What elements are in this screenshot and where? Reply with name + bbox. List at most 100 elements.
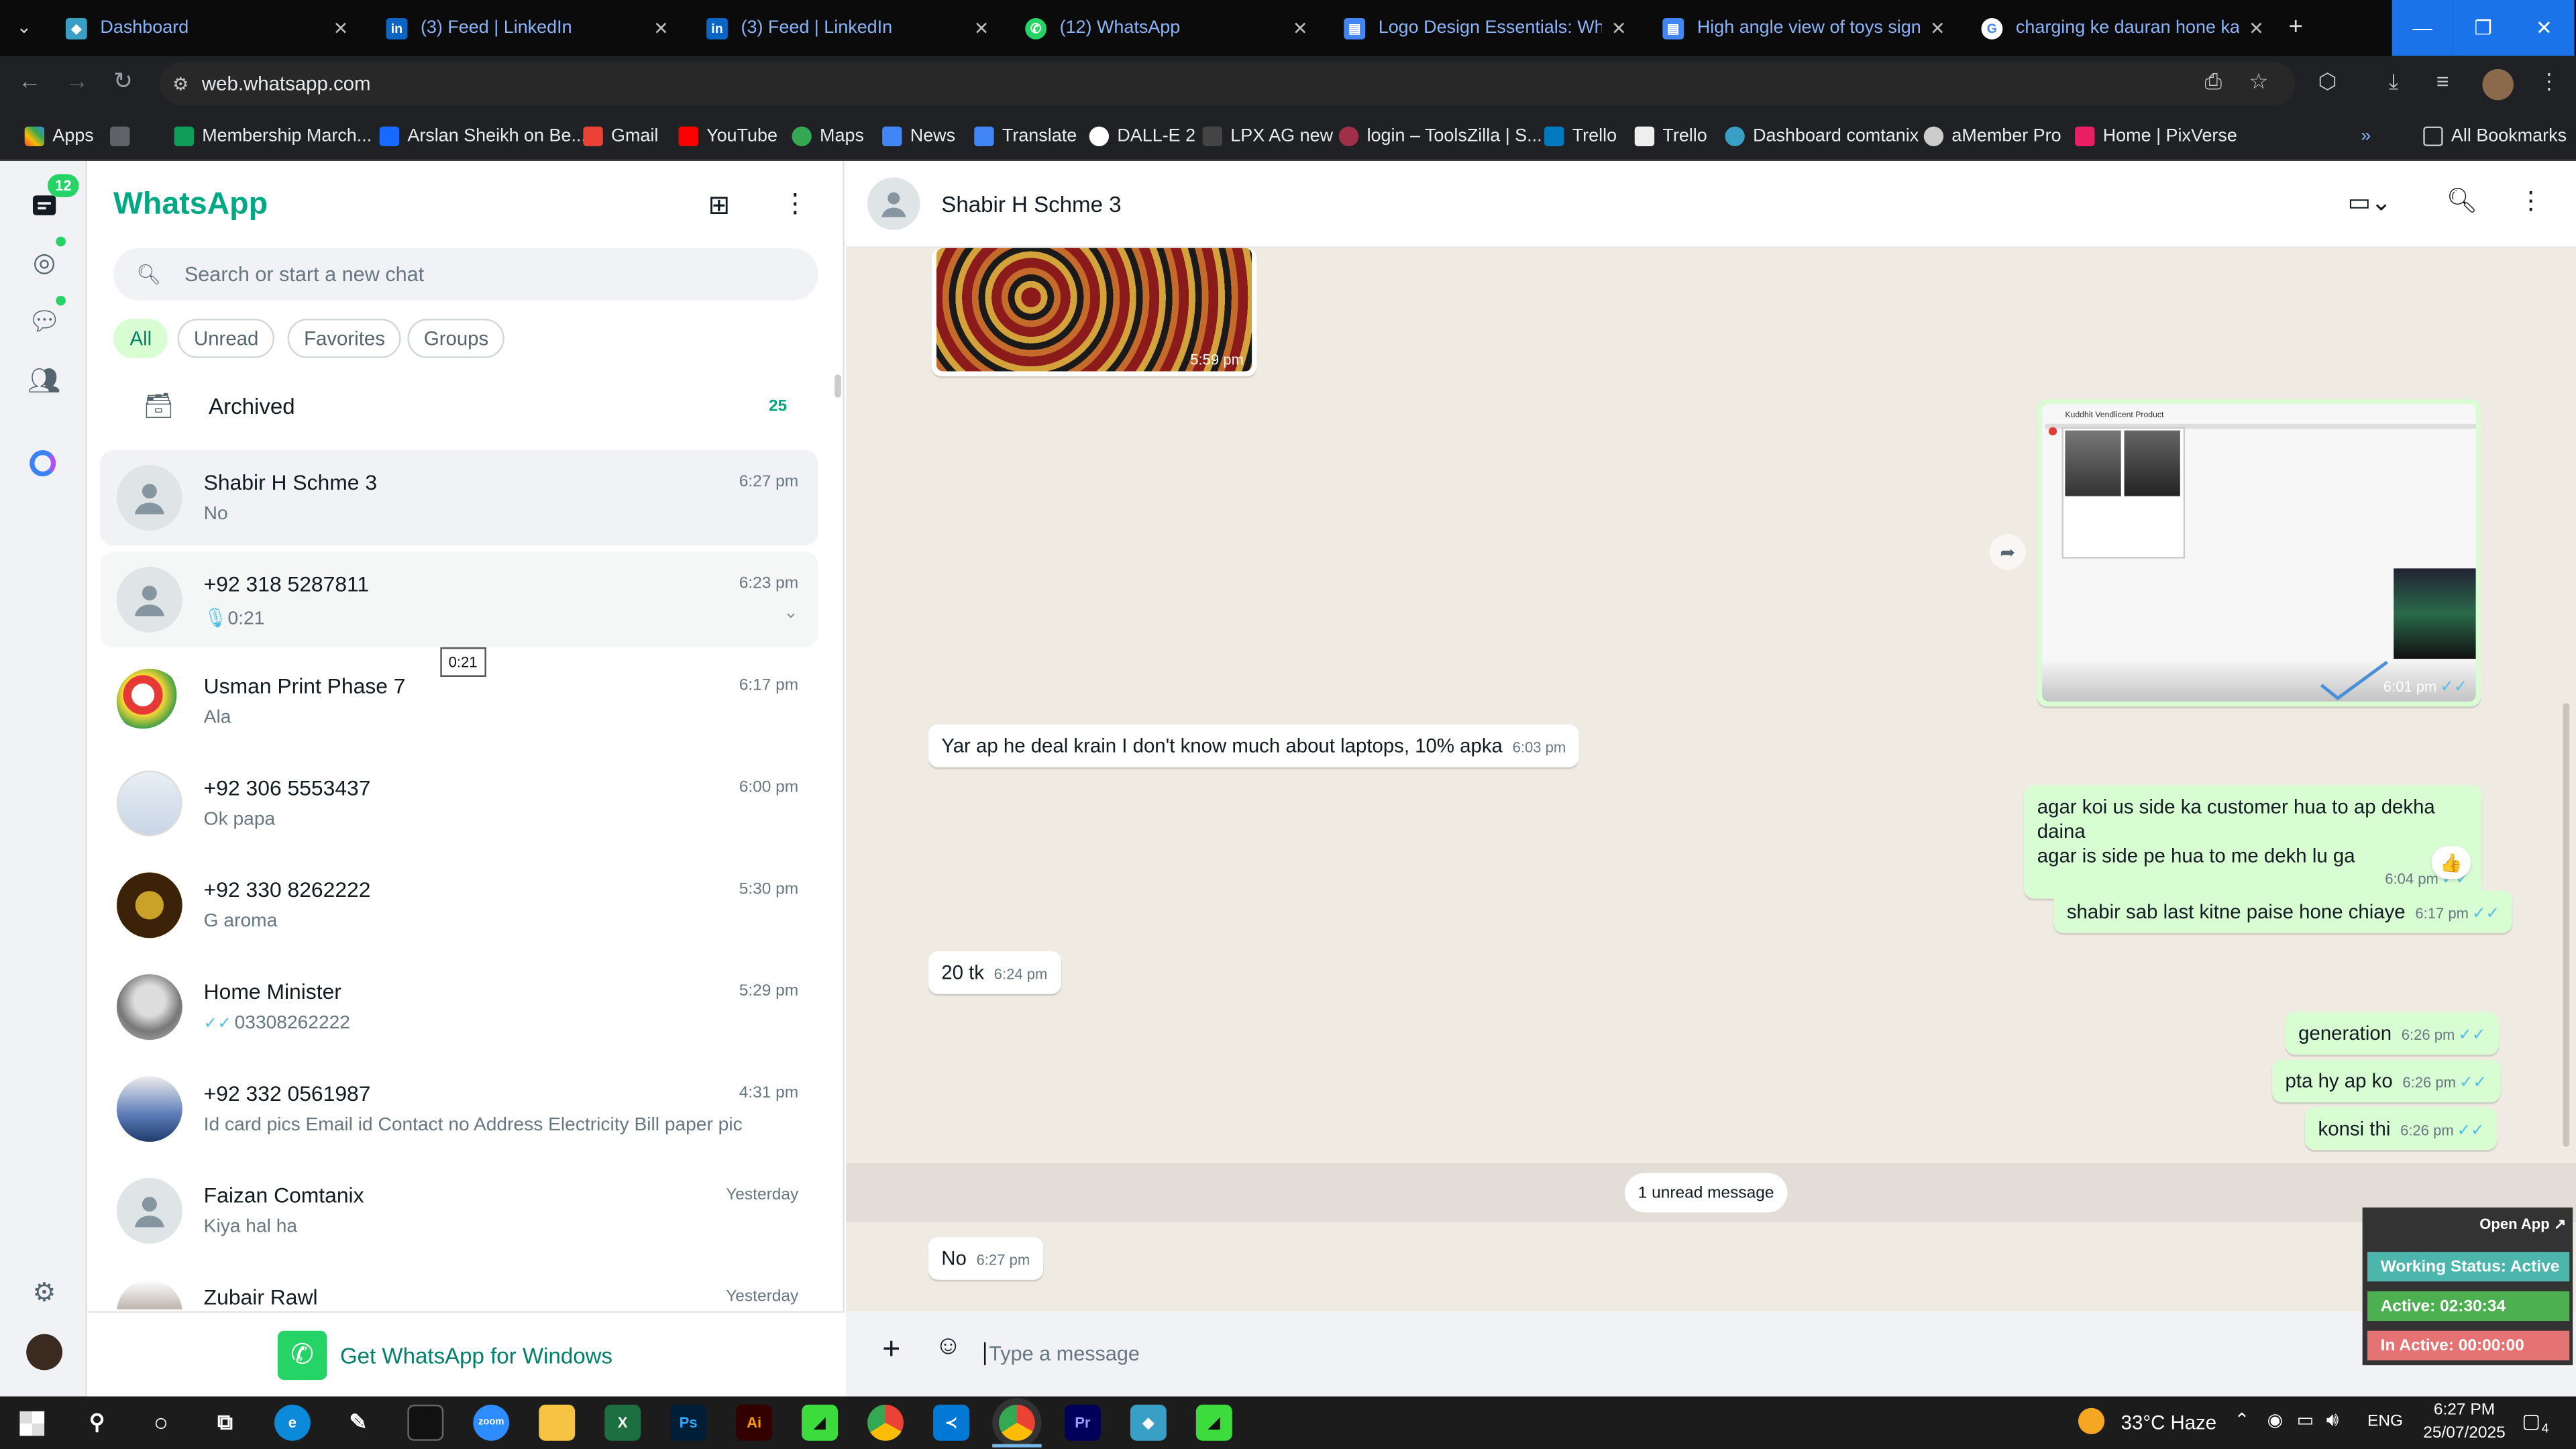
scrollbar[interactable] xyxy=(835,374,841,398)
meet-icon[interactable]: ◉ xyxy=(2267,1409,2284,1431)
reading-list-icon[interactable]: ≡ xyxy=(2436,69,2449,94)
menu-kebab-icon[interactable]: ⋮ xyxy=(782,187,808,220)
sticker-icon[interactable]: ☺ xyxy=(934,1332,961,1362)
chevron-down-icon[interactable]: ⌄ xyxy=(784,601,799,623)
all-bookmarks[interactable]: All Bookmarks xyxy=(2423,123,2567,150)
pen-icon[interactable]: ✎ xyxy=(340,1405,376,1441)
tab-logo-design[interactable]: ▤ Logo Design Essentials: What E ✕ xyxy=(1328,7,1640,50)
close-icon[interactable]: ✕ xyxy=(1930,17,1945,38)
outgoing-message[interactable]: pta hy ap ko 6:26 pm ✓✓ xyxy=(2271,1059,2500,1103)
omnibox[interactable]: ⚙ web.whatsapp.com xyxy=(159,62,2296,105)
chrome-icon[interactable] xyxy=(867,1404,904,1441)
install-app-icon[interactable]: ⎙ xyxy=(2205,69,2222,95)
chat-row[interactable]: Faizan Comtanix Kiya hal ha Yesterday xyxy=(100,1163,818,1258)
message-input[interactable]: Type a message xyxy=(977,1324,2390,1383)
camtasia-icon[interactable]: ◢ xyxy=(1195,1404,1232,1441)
zoom-icon[interactable]: zoom xyxy=(473,1404,510,1441)
bookmark-amember[interactable]: aMember Pro xyxy=(1923,123,2061,150)
meta-ai-icon[interactable] xyxy=(30,450,56,477)
chat-row[interactable]: +92 318 5287811 🎙︎0:21 6:23 pm ⌄ xyxy=(100,551,818,647)
profile-avatar[interactable] xyxy=(2482,68,2514,101)
tab-google-search[interactable]: G charging ke dauran hone ka us ✕ xyxy=(1965,7,2277,50)
clock-time[interactable]: 6:27 PM xyxy=(2425,1401,2504,1419)
bookmark-youtube[interactable]: YouTube xyxy=(678,123,777,150)
filter-favorites[interactable]: Favorites xyxy=(287,319,402,358)
excel-icon[interactable]: X xyxy=(604,1404,641,1441)
outgoing-message[interactable]: generation 6:26 pm ✓✓ xyxy=(2285,1012,2499,1055)
premiere-icon[interactable]: Pr xyxy=(1064,1404,1101,1441)
language-indicator[interactable]: ENG xyxy=(2367,1413,2403,1431)
outgoing-message[interactable]: agar koi us side ka customer hua to ap d… xyxy=(2024,785,2483,899)
incoming-image-message[interactable]: 5:59 pm xyxy=(931,248,1257,376)
clock-date[interactable]: 25/07/2025 xyxy=(2415,1424,2514,1442)
communities-icon[interactable]: 👥︎ xyxy=(26,363,62,399)
tab-dashboard[interactable]: ◆ Dashboard ✕ xyxy=(49,7,361,50)
outgoing-message[interactable]: shabir sab last kitne paise hone chiaye 6… xyxy=(2053,890,2513,934)
channels-icon[interactable]: 💬︎ xyxy=(26,304,62,340)
video-call-icon[interactable]: ▭⌄ xyxy=(2348,187,2392,217)
weather-icon[interactable] xyxy=(2078,1407,2105,1434)
bookmark-lpx[interactable]: LPX AG new xyxy=(1202,123,1333,150)
chat-row[interactable]: Shabir H Schme 3 No 6:27 pm xyxy=(100,450,818,546)
profile-avatar[interactable] xyxy=(26,1334,63,1371)
bookmark-star-icon[interactable]: ☆ xyxy=(2249,69,2269,95)
reload-icon[interactable]: ↻ xyxy=(113,67,133,95)
contact-name[interactable]: Shabir H Schme 3 xyxy=(941,193,1121,217)
close-icon[interactable]: ✕ xyxy=(2249,17,2264,38)
bookmark-gmail[interactable]: Gmail xyxy=(583,123,658,150)
forward-icon[interactable]: → xyxy=(66,67,89,93)
close-icon[interactable]: ✕ xyxy=(333,17,349,38)
download-icon[interactable]: ⤓ xyxy=(2389,69,2398,95)
bookmark-maps[interactable]: Maps xyxy=(792,123,864,150)
search-icon[interactable]: ⚲ xyxy=(79,1405,115,1441)
open-app-link[interactable]: Open App ↗ xyxy=(2479,1216,2566,1234)
tab-linkedin-1[interactable]: in (3) Feed | LinkedIn ✕ xyxy=(370,7,682,50)
search-input[interactable]: 🔍︎ Search or start a new chat xyxy=(113,248,818,301)
back-icon[interactable]: ← xyxy=(18,67,41,93)
site-info-icon[interactable]: ⚙ xyxy=(172,73,189,94)
chrome-active-icon[interactable] xyxy=(998,1404,1035,1441)
outgoing-message[interactable]: konsi thi 6:26 pm ✓✓ xyxy=(2304,1107,2498,1150)
bookmark-pixverse[interactable]: Home | PixVerse xyxy=(2075,123,2237,150)
weather-text[interactable]: 33°C Haze xyxy=(2121,1411,2216,1434)
chat-row[interactable]: Home Minister ✓✓ 03308262222 5:29 pm xyxy=(100,959,818,1055)
bookmark-grid[interactable] xyxy=(110,123,138,150)
thumbs-up-reaction[interactable]: 👍 xyxy=(2431,846,2471,879)
close-icon[interactable]: ✕ xyxy=(1611,17,1627,38)
close-window-button[interactable]: ✕ xyxy=(2513,0,2575,56)
tab-toys-sign[interactable]: ▤ High angle view of toys sign | F ✕ xyxy=(1646,7,1958,50)
photoshop-icon[interactable]: Ps xyxy=(670,1404,707,1441)
bookmark-dalle[interactable]: DALL-E 2 xyxy=(1089,123,1195,150)
notification-icon[interactable]: ▢ xyxy=(2522,1409,2540,1432)
incoming-message[interactable]: No 6:27 pm xyxy=(928,1237,1043,1280)
tab-search-icon[interactable]: ⌄ xyxy=(16,16,32,38)
default-avatar-icon[interactable] xyxy=(867,177,920,230)
settings-gear-icon[interactable]: ⚙ xyxy=(26,1275,62,1311)
new-tab-icon[interactable]: + xyxy=(2288,13,2302,42)
bookmark-trello-1[interactable]: Trello xyxy=(1544,123,1617,150)
menu-kebab-icon[interactable]: ⋮ xyxy=(2518,186,2543,215)
forward-icon[interactable]: ➦ xyxy=(1989,533,2026,570)
file-explorer-icon[interactable] xyxy=(539,1404,576,1441)
bookmark-apps[interactable]: Apps xyxy=(24,123,94,150)
camtasia-icon[interactable]: ◢ xyxy=(802,1404,838,1441)
task-view-icon[interactable]: ⧉ xyxy=(207,1405,244,1441)
filter-all[interactable]: All xyxy=(113,319,168,358)
close-icon[interactable]: ✕ xyxy=(974,17,989,38)
outgoing-image-message[interactable]: Kuddhit Vendlicent Product 6:01 pm ✓✓ xyxy=(2037,399,2481,707)
chat-row-clipped[interactable]: Zubair Rawl Yesterday xyxy=(87,1265,845,1309)
close-icon[interactable]: ✕ xyxy=(1293,17,1308,38)
chat-row[interactable]: +92 332 0561987 Id card pics Email id Co… xyxy=(100,1061,818,1157)
vscode-icon[interactable]: ≺ xyxy=(933,1404,969,1441)
illustrator-icon[interactable]: Ai xyxy=(736,1404,773,1441)
bookmarks-overflow-icon[interactable]: » xyxy=(2361,123,2371,150)
archived-row[interactable]: 🗃︎ Archived 25 xyxy=(100,378,818,437)
tab-whatsapp[interactable]: ✆ (12) WhatsApp ✕ xyxy=(1009,7,1321,50)
scrollbar[interactable] xyxy=(2563,703,2570,1147)
bookmark-toolszilla[interactable]: login – ToolsZilla | S... xyxy=(1338,123,1542,150)
bookmark-news[interactable]: News xyxy=(882,123,955,150)
chevron-up-icon[interactable]: ⌃ xyxy=(2235,1409,2250,1431)
dashboard-icon[interactable]: ◆ xyxy=(1130,1404,1167,1441)
incoming-message[interactable]: 20 tk 6:24 pm xyxy=(928,951,1061,994)
chat-row[interactable]: Usman Print Phase 7 Ala 6:17 pm xyxy=(100,654,818,749)
